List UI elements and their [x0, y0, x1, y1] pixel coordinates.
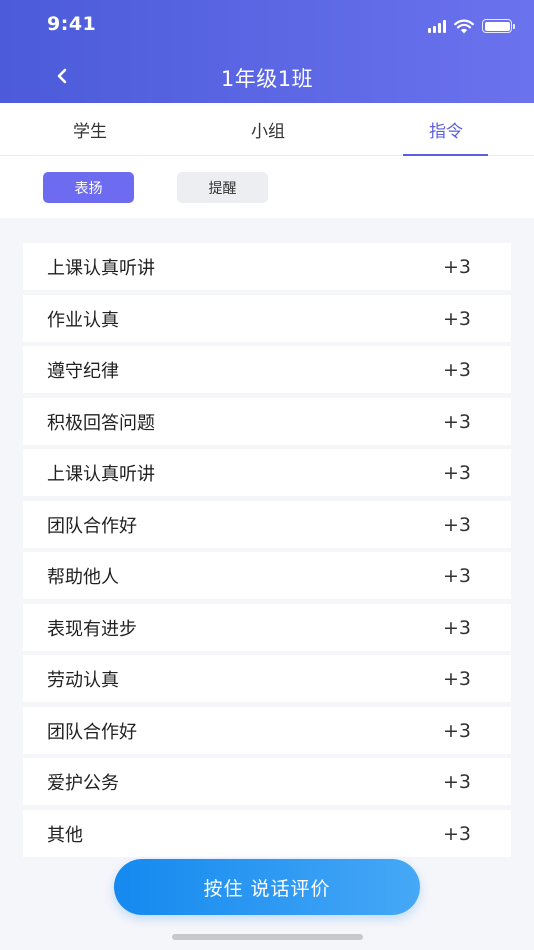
cellular-signal-icon	[428, 19, 446, 33]
item-score: +3	[442, 513, 471, 536]
status-icons	[428, 16, 515, 36]
hold-to-talk-button[interactable]: 按住 说话评价	[114, 859, 420, 915]
filter-bar: 表扬 提醒	[0, 156, 534, 218]
list-item[interactable]: 帮助他人 +3	[23, 552, 511, 599]
tab-students[interactable]: 学生	[30, 103, 150, 156]
list-item[interactable]: 上课认真听讲 +3	[23, 449, 511, 496]
tab-bar: 学生 小组 指令	[0, 103, 534, 156]
filter-praise-button[interactable]: 表扬	[43, 172, 134, 203]
tab-groups[interactable]: 小组	[208, 103, 328, 156]
list-item[interactable]: 表现有进步 +3	[23, 604, 511, 651]
item-label: 团队合作好	[47, 721, 137, 743]
app-header: 9:41 1年级1班	[0, 0, 534, 103]
list-item[interactable]: 团队合作好 +3	[23, 501, 511, 548]
list-item[interactable]: 爱护公务 +3	[23, 758, 511, 805]
status-time: 9:41	[47, 13, 97, 35]
item-score: +3	[442, 616, 471, 639]
item-score: +3	[442, 307, 471, 330]
item-score: +3	[442, 564, 471, 587]
item-label: 表现有进步	[47, 618, 137, 640]
list-item[interactable]: 积极回答问题 +3	[23, 398, 511, 445]
item-label: 上课认真听讲	[47, 463, 155, 485]
item-score: +3	[442, 461, 471, 484]
battery-icon	[482, 19, 515, 33]
item-score: +3	[442, 410, 471, 433]
item-label: 积极回答问题	[47, 412, 155, 434]
filter-remind-button[interactable]: 提醒	[177, 172, 268, 203]
list-item[interactable]: 作业认真 +3	[23, 295, 511, 342]
item-label: 遵守纪律	[47, 360, 119, 382]
item-label: 作业认真	[47, 309, 119, 331]
item-score: +3	[442, 770, 471, 793]
item-label: 上课认真听讲	[47, 257, 155, 279]
item-label: 爱护公务	[47, 772, 119, 794]
page-title: 1年级1班	[220, 67, 314, 91]
item-score: +3	[442, 358, 471, 381]
item-label: 其他	[47, 824, 83, 846]
item-score: +3	[442, 667, 471, 690]
tab-commands[interactable]: 指令	[386, 103, 506, 156]
item-label: 劳动认真	[47, 669, 119, 691]
home-indicator	[172, 934, 363, 940]
wifi-icon	[454, 19, 474, 33]
list-item[interactable]: 团队合作好 +3	[23, 707, 511, 754]
list-item[interactable]: 遵守纪律 +3	[23, 346, 511, 393]
list-item[interactable]: 其他 +3	[23, 810, 511, 857]
item-label: 团队合作好	[47, 515, 137, 537]
list-item[interactable]: 上课认真听讲 +3	[23, 243, 511, 290]
list-item[interactable]: 劳动认真 +3	[23, 655, 511, 702]
item-score: +3	[442, 822, 471, 845]
item-label: 帮助他人	[47, 566, 119, 588]
item-score: +3	[442, 255, 471, 278]
item-score: +3	[442, 719, 471, 742]
